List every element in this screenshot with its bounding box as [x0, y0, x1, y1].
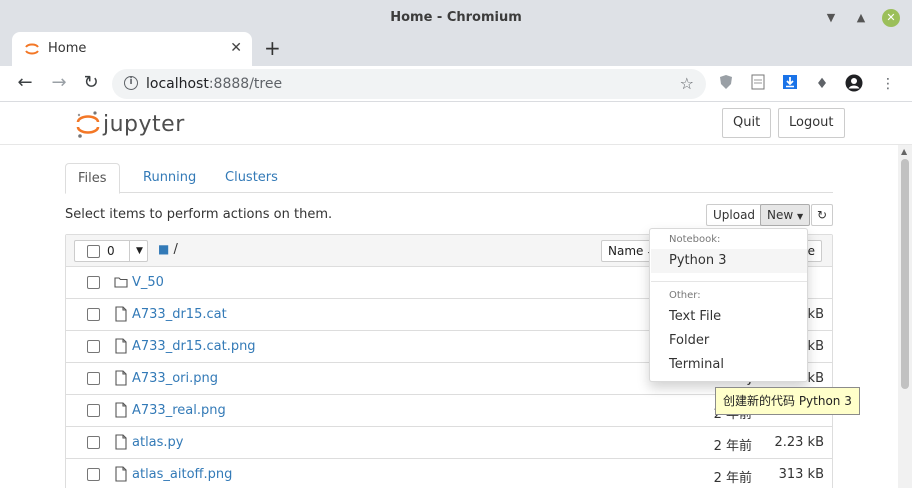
url-path: :8888/tree	[208, 76, 283, 92]
refresh-icon: ↻	[816, 208, 828, 222]
file-size: kB	[807, 371, 824, 386]
notebook-section-header: Notebook:	[669, 234, 721, 245]
select-all-control[interactable]: 0 ▼	[74, 240, 148, 262]
menu-divider	[651, 281, 807, 282]
python3-tooltip: 创建新的代码 Python 3	[715, 387, 860, 415]
window-titlebar: Home - Chromium ▼ ▲ ✕	[0, 0, 912, 36]
reader-extension-icon[interactable]	[748, 74, 768, 94]
file-name-link[interactable]: atlas_aitoff.png	[132, 467, 232, 482]
file-name-link[interactable]: A733_real.png	[132, 403, 226, 418]
browser-tab-title: Home	[48, 41, 87, 56]
folder-icon	[114, 277, 128, 288]
folder-home-icon[interactable]: ■	[158, 242, 169, 256]
quit-button[interactable]: Quit	[722, 108, 772, 138]
shield-extension-icon[interactable]	[716, 74, 736, 94]
file-size: kB	[807, 339, 824, 354]
jupyter-logo[interactable]: jupyter	[76, 109, 185, 139]
new-folder-item[interactable]: Folder	[651, 329, 807, 353]
file-icon	[115, 402, 127, 418]
file-icon	[115, 466, 127, 482]
new-terminal-item[interactable]: Terminal	[651, 353, 807, 377]
file-icon	[115, 338, 127, 354]
tab-running[interactable]: Running	[131, 163, 208, 193]
selection-hint: Select items to perform actions on them.	[65, 207, 333, 222]
jupyter-header: jupyter Quit Logout	[0, 103, 912, 145]
file-name-link[interactable]: A733_ori.png	[132, 371, 218, 386]
file-icon	[115, 370, 127, 386]
close-tab-icon[interactable]: ✕	[230, 40, 242, 56]
file-size: kB	[807, 307, 824, 322]
file-icon	[115, 434, 127, 450]
file-name-link[interactable]: A733_dr15.cat	[132, 307, 227, 322]
breadcrumb-path[interactable]: /	[173, 242, 177, 257]
row-checkbox[interactable]	[87, 372, 100, 385]
profile-avatar-icon[interactable]	[844, 74, 864, 94]
row-checkbox[interactable]	[87, 276, 100, 289]
table-row[interactable]: atlas.py 2 年前 2.23 kB	[66, 427, 832, 459]
reload-icon[interactable]: ↻	[80, 72, 102, 94]
url-host: localhost	[146, 76, 209, 92]
close-window-icon[interactable]: ✕	[882, 9, 900, 27]
sort-name-label: Name	[608, 244, 644, 258]
back-icon[interactable]: ←	[14, 72, 36, 94]
jupyter-logo-text: jupyter	[103, 111, 185, 137]
refresh-button[interactable]: ↻	[811, 204, 833, 226]
dashboard-tabs: Files Running Clusters	[65, 163, 833, 194]
scroll-up-icon[interactable]: ▲	[901, 147, 907, 156]
site-info-icon[interactable]: i	[124, 76, 138, 90]
new-python3-notebook-item[interactable]: Python 3	[651, 249, 807, 273]
row-checkbox[interactable]	[87, 468, 100, 481]
row-checkbox[interactable]	[87, 308, 100, 321]
browser-toolbar: ← → ↻ i localhost:8888/tree ☆ ♦ ⋮	[0, 66, 912, 102]
row-checkbox[interactable]	[87, 404, 100, 417]
file-name-link[interactable]: V_50	[132, 275, 164, 290]
file-size: 2.23 kB	[774, 435, 824, 450]
minimize-icon[interactable]: ▼	[822, 9, 840, 27]
download-extension-icon[interactable]	[780, 74, 800, 94]
maximize-icon[interactable]: ▲	[852, 9, 870, 27]
row-checkbox[interactable]	[87, 436, 100, 449]
tab-strip: Home ✕ +	[0, 32, 912, 66]
new-dropdown-menu: Notebook: Python 3 Other: Text File Fold…	[649, 228, 808, 382]
logout-button[interactable]: Logout	[778, 108, 845, 138]
tab-files[interactable]: Files	[65, 163, 120, 194]
new-button[interactable]: New ▼	[760, 204, 811, 226]
page-scrollbar[interactable]: ▲	[898, 145, 912, 488]
extensions-puzzle-icon[interactable]: ♦	[812, 74, 832, 94]
window-title: Home - Chromium	[390, 10, 522, 25]
file-icon	[115, 306, 127, 322]
table-row[interactable]: atlas_aitoff.png 2 年前 313 kB	[66, 459, 832, 488]
jupyter-page: jupyter Quit Logout Files Running Cluste…	[0, 103, 912, 488]
address-url: localhost:8888/tree	[146, 76, 282, 92]
scrollbar-thumb[interactable]	[901, 159, 909, 389]
file-name-link[interactable]: A733_dr15.cat.png	[132, 339, 256, 354]
jupyter-favicon-icon	[25, 43, 39, 55]
address-bar[interactable]: i localhost:8888/tree ☆	[112, 69, 706, 99]
caret-down-icon: ▼	[797, 212, 804, 221]
browser-tab-home[interactable]: Home ✕	[12, 32, 252, 66]
bookmark-star-icon[interactable]: ☆	[680, 74, 694, 93]
row-checkbox[interactable]	[87, 340, 100, 353]
breadcrumb: ■ /	[158, 242, 178, 257]
new-button-label: New	[767, 208, 794, 222]
tab-clusters[interactable]: Clusters	[213, 163, 290, 193]
select-menu-caret-icon[interactable]: ▼	[129, 241, 149, 261]
file-modified: 2 年前	[713, 471, 752, 486]
file-modified: 2 年前	[713, 439, 752, 454]
select-all-checkbox[interactable]	[87, 245, 100, 258]
file-size: 313 kB	[778, 467, 824, 482]
jupyter-logo-icon	[76, 111, 100, 138]
new-text-file-item[interactable]: Text File	[651, 305, 807, 329]
new-tab-icon[interactable]: +	[264, 36, 281, 60]
browser-menu-icon[interactable]: ⋮	[878, 74, 898, 94]
file-name-link[interactable]: atlas.py	[132, 435, 184, 450]
other-section-header: Other:	[669, 290, 701, 301]
selected-count: 0	[107, 244, 115, 258]
upload-button[interactable]: Upload	[706, 204, 763, 226]
forward-icon[interactable]: →	[48, 72, 70, 94]
